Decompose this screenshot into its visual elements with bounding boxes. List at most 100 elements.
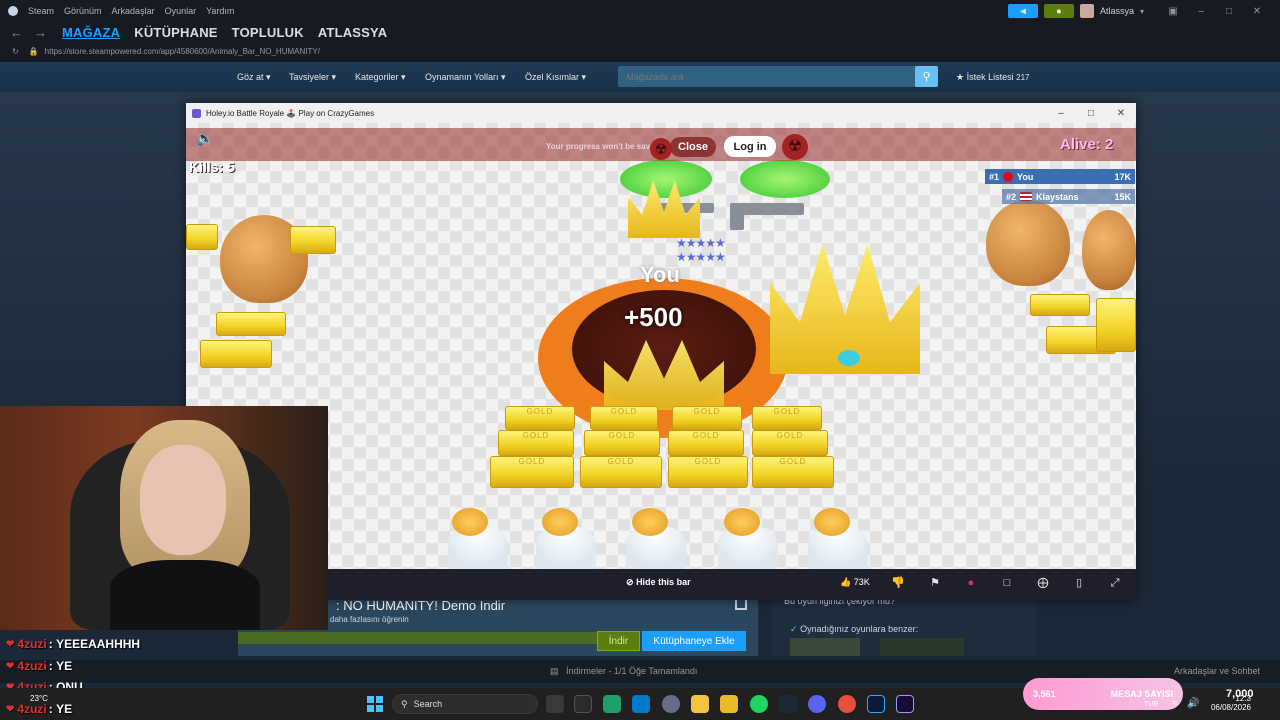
menu-games[interactable]: Oyunlar <box>165 6 197 16</box>
similar-game-thumbnail[interactable] <box>880 638 964 656</box>
minimize-icon[interactable]: – <box>1046 108 1076 119</box>
like-button[interactable]: 👍 73K <box>840 577 870 588</box>
check-icon: ✓ <box>790 624 798 634</box>
install-button[interactable]: İndir <box>597 631 640 651</box>
system-clock[interactable]: 12:3 06/08/2026 <box>1205 694 1251 712</box>
monitor-icon[interactable]: ▣ <box>1162 6 1184 17</box>
maximize-icon[interactable]: □ <box>1218 6 1240 17</box>
windows-start-icon[interactable] <box>367 696 383 712</box>
spotify-icon[interactable] <box>750 695 768 713</box>
close-icon[interactable]: ✕ <box>1106 108 1136 119</box>
turkey-flag-icon <box>1003 171 1014 182</box>
thumbs-down-icon[interactable]: 👎 <box>891 576 905 590</box>
menu-steam[interactable]: Steam <box>28 6 54 16</box>
refresh-icon[interactable]: ↻ <box>12 47 19 56</box>
chat-message: ❤ 4zuzi: YEEEAAHHHH <box>6 637 141 651</box>
url-bar: ↻ 🔒 https://store.steampowered.com/app/4… <box>0 42 1280 60</box>
radiation-icon: ☢ <box>782 134 808 160</box>
search-icon[interactable]: ⚲ <box>915 66 938 87</box>
game-window-titlebar: Holey.io Battle Royale 🕹️ Play on CrazyG… <box>186 103 1136 123</box>
gun-grip <box>730 210 744 230</box>
store-nav-recommendations[interactable]: Tavsiyeler ▾ <box>289 72 336 83</box>
volume-icon[interactable]: 🔊 <box>1187 698 1199 709</box>
vscode-icon[interactable] <box>632 695 650 713</box>
browser-icon[interactable] <box>838 695 856 713</box>
discord-icon[interactable] <box>808 695 826 713</box>
gold-bar: GOLD <box>752 430 828 456</box>
url-text[interactable]: https://store.steampowered.com/app/45806… <box>45 47 320 56</box>
store-nav-browse[interactable]: Göz at ▾ <box>237 72 271 83</box>
friends-chat-button[interactable]: Arkadaşlar ve Sohbet <box>1174 666 1260 676</box>
task-view-icon[interactable] <box>546 695 564 713</box>
menu-view[interactable]: Görünüm <box>64 6 102 16</box>
gold-bar: GOLD <box>752 406 822 430</box>
terminal-icon[interactable] <box>574 695 592 713</box>
close-banner-button[interactable]: Close <box>670 137 716 157</box>
feedback-icon[interactable]: □ <box>1000 576 1014 590</box>
add-to-library-button[interactable]: Kütüphaneye Ekle <box>642 631 746 651</box>
store-nav-special[interactable]: Özel Kısımlar ▾ <box>525 72 586 83</box>
bottle-cork <box>452 508 488 536</box>
wishlist-link[interactable]: ★ İstek Listesi 217 <box>956 72 1029 83</box>
gold-bar: GOLD <box>752 456 834 488</box>
gold-bar <box>200 340 272 368</box>
downloads-status[interactable]: İndirmeler - 1/1 Öğe Tamamlandı <box>566 666 697 676</box>
message-count-widget: 3,561 MESAJ SAYISI <box>1023 678 1183 710</box>
fullscreen-icon[interactable]: ⤢ <box>1108 576 1122 590</box>
steam-icon[interactable] <box>779 695 797 713</box>
gold-bar <box>1096 298 1136 352</box>
menu-friends[interactable]: Arkadaşlar <box>112 6 155 16</box>
theater-mode-icon[interactable]: ▯ <box>1072 576 1086 590</box>
tab-profile[interactable]: ATLASSYA <box>318 25 388 40</box>
store-nav-ways-to-play[interactable]: Oynamanın Yolları ▾ <box>425 72 506 83</box>
store-search-input[interactable] <box>626 70 906 84</box>
steam-nav: ← → MAĞAZA KÜTÜPHANE TOPLULUK ATLASSYA <box>0 22 1280 42</box>
avatar[interactable] <box>1079 4 1094 18</box>
game-avatar-icon[interactable]: ● <box>964 576 978 590</box>
bottle-cork <box>724 508 760 536</box>
hide-bar-button[interactable]: ⊘ Hide this bar <box>626 577 691 588</box>
notification-button[interactable]: ● <box>1043 4 1074 18</box>
weather-widget[interactable]: 23°C <box>30 694 48 703</box>
username[interactable]: Atlassya <box>1100 6 1134 16</box>
close-icon[interactable]: ✕ <box>1246 6 1268 17</box>
favorites-icon[interactable] <box>720 695 738 713</box>
app-icon[interactable] <box>603 695 621 713</box>
language-indicator[interactable]: TUR <box>1144 701 1158 708</box>
webcam-streamer-body <box>110 560 260 630</box>
forward-arrow-icon[interactable]: → <box>34 25 48 40</box>
back-arrow-icon[interactable]: ← <box>10 25 24 40</box>
gold-bar <box>186 224 218 250</box>
bookmark-icon[interactable]: ⚑ <box>928 576 942 590</box>
bottle-cork <box>632 508 668 536</box>
file-explorer-icon[interactable] <box>691 695 709 713</box>
maximize-icon[interactable]: □ <box>1076 108 1106 119</box>
money-bag <box>1082 210 1136 290</box>
gold-bar: GOLD <box>672 406 742 430</box>
minimize-icon[interactable]: – <box>1190 6 1212 17</box>
purchase-subtitle: daha fazlasını öğrenin <box>330 615 409 624</box>
sound-icon[interactable]: 🔈 <box>196 130 214 148</box>
login-button[interactable]: Log in <box>724 136 776 157</box>
similar-game-thumbnail[interactable] <box>790 638 860 656</box>
photoshop-icon[interactable] <box>867 695 885 713</box>
tab-community[interactable]: TOPLULUK <box>232 25 304 40</box>
share-icon[interactable]: ⨁ <box>1036 576 1050 590</box>
app-icon[interactable] <box>662 695 680 713</box>
store-nav-categories[interactable]: Kategoriler ▾ <box>355 72 406 83</box>
announce-button[interactable]: ◄ <box>1007 4 1038 18</box>
usa-flag-icon <box>1020 192 1033 201</box>
wifi-icon[interactable]: ≈ <box>1172 698 1178 709</box>
heart-icon: ❤ <box>6 660 15 672</box>
tab-library[interactable]: KÜTÜPHANE <box>134 25 217 40</box>
premiere-icon[interactable] <box>896 695 914 713</box>
menu-help[interactable]: Yardım <box>206 6 234 16</box>
tab-store[interactable]: MAĞAZA <box>62 25 120 40</box>
game-window-title: Holey.io Battle Royale 🕹️ Play on CrazyG… <box>206 108 375 118</box>
chevron-down-icon[interactable]: ▾ <box>1140 7 1144 16</box>
taskbar-search[interactable]: ⚲ Search <box>392 694 538 714</box>
heart-icon: ❤ <box>6 703 15 715</box>
stars-decoration: ★★★★★ ★★★★★ <box>676 236 726 264</box>
similar-games-label: ✓ Oynadığınız oyunlara benzer: <box>790 624 919 634</box>
steam-logo-icon <box>8 6 18 16</box>
